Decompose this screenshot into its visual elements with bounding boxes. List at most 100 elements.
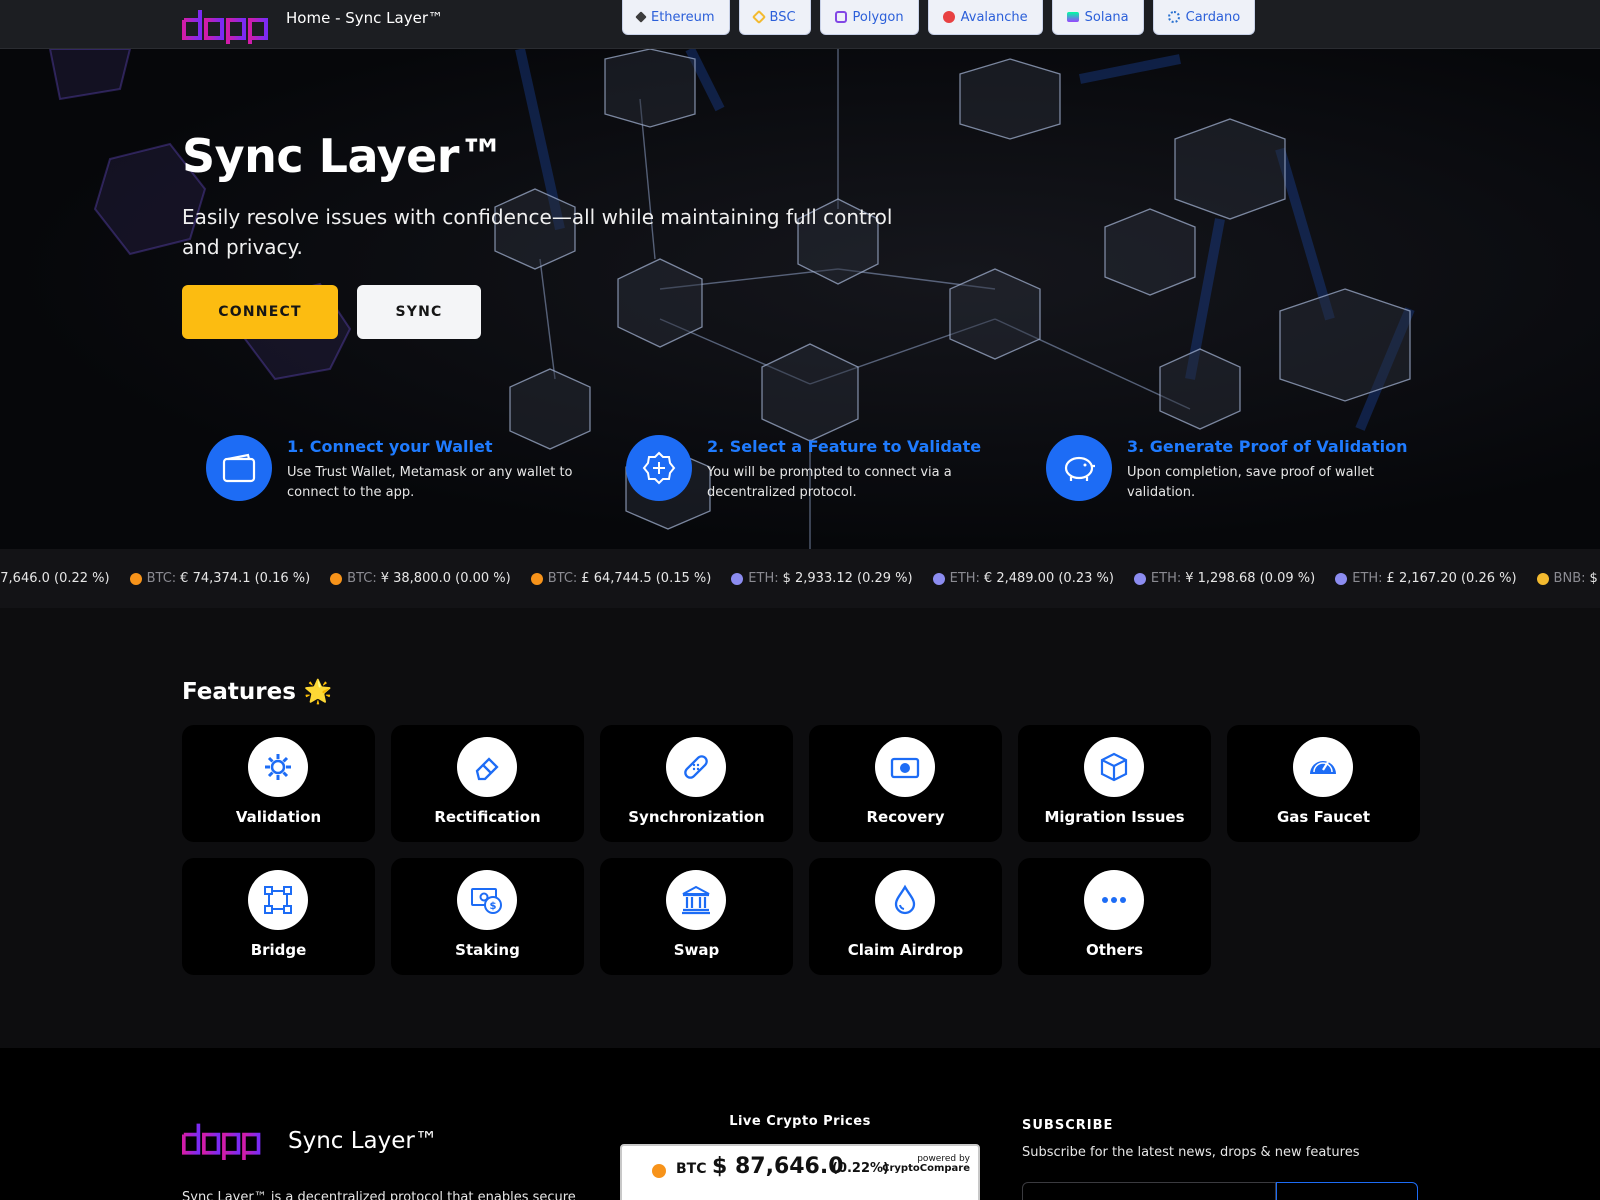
footer-brand-name: Sync Layer™ bbox=[288, 1128, 438, 1154]
hero-section: Sync Layer™ Easily resolve issues with c… bbox=[0, 49, 1600, 549]
step-title: 2. Select a Feature to Validate bbox=[707, 437, 982, 456]
ticker-value: $ 861.39 (2.59 %) bbox=[1589, 571, 1600, 586]
live-price: $ 87,646.0 bbox=[712, 1154, 844, 1179]
chain-polygon[interactable]: Polygon bbox=[819, 0, 919, 35]
bnb-icon bbox=[751, 9, 766, 25]
features-section: Features 🌟 Validation Rectification Sync… bbox=[0, 608, 1600, 1048]
subscribe-button[interactable] bbox=[1276, 1182, 1418, 1200]
feature-label: Swap bbox=[673, 941, 720, 959]
speedometer-icon bbox=[1293, 737, 1353, 797]
hero-subtitle: Easily resolve issues with confidence—al… bbox=[182, 205, 893, 259]
step-select-feature: 2. Select a Feature to Validate You will… bbox=[626, 435, 1006, 505]
feature-bridge[interactable]: Bridge bbox=[182, 858, 375, 975]
bank-icon bbox=[666, 870, 726, 930]
avalanche-icon bbox=[942, 11, 955, 23]
piggy-bank-icon bbox=[1046, 435, 1112, 501]
ticker-item: BNB:$ 861.39 (2.59 %) bbox=[1536, 571, 1600, 586]
ticker-item: ETH: £ 2,167.20 (0.26 %) bbox=[1335, 571, 1536, 586]
coin-icon bbox=[1335, 572, 1348, 585]
feature-rectification[interactable]: Rectification bbox=[391, 725, 584, 842]
sync-button[interactable]: SYNC bbox=[357, 285, 481, 339]
coin-icon bbox=[330, 572, 343, 585]
ethereum-icon bbox=[635, 11, 647, 23]
page-title[interactable]: Home - Sync Layer™ bbox=[286, 9, 443, 27]
ticker-symbol: BTC: bbox=[347, 571, 377, 586]
price-ticker: 87,646.0 (0.22 %) BTC: € 74,374.1 (0.16 %)… bbox=[0, 549, 1600, 608]
powered-by[interactable]: powered by CryptoCompare bbox=[882, 1154, 970, 1174]
subscribe-title: SUBSCRIBE bbox=[1022, 1118, 1114, 1133]
bandage-icon bbox=[666, 737, 726, 797]
feature-label: Migration Issues bbox=[1044, 808, 1185, 826]
chain-bsc[interactable]: BSC bbox=[738, 0, 811, 35]
chain-ethereum[interactable]: Ethereum bbox=[622, 0, 730, 35]
three-dots-icon bbox=[1084, 870, 1144, 930]
chain-avalanche[interactable]: Avalanche bbox=[927, 0, 1043, 35]
live-change: (0.22%) bbox=[832, 1161, 889, 1176]
coin-icon bbox=[1536, 572, 1549, 585]
step-description: Upon completion, save proof of wallet va… bbox=[1127, 465, 1374, 500]
ticker-item: 87,646.0 (0.22 %) bbox=[0, 571, 130, 586]
ticker-item: BTC: € 74,374.1 (0.16 %) bbox=[129, 571, 331, 586]
feature-validation[interactable]: Validation bbox=[182, 725, 375, 842]
feature-staking[interactable]: $ Staking bbox=[391, 858, 584, 975]
feature-recovery[interactable]: Recovery bbox=[809, 725, 1002, 842]
feature-migration-issues[interactable]: Migration Issues bbox=[1018, 725, 1211, 842]
connect-button[interactable]: CONNECT bbox=[182, 285, 338, 339]
ticker-value: € 74,374.1 (0.16 %) bbox=[180, 571, 311, 586]
ticker-item: ETH: $ 2,933.12 (0.29 %) bbox=[731, 571, 932, 586]
feature-label: Staking bbox=[455, 941, 520, 959]
live-prices-title: Live Crypto Prices bbox=[729, 1114, 871, 1129]
subscribe-description: Subscribe for the latest news, drops & n… bbox=[1022, 1145, 1360, 1160]
ticker-value: $ 2,933.12 (0.29 %) bbox=[782, 571, 913, 586]
subscribe-email-input[interactable] bbox=[1022, 1182, 1276, 1200]
ticker-value: 87,646.0 (0.22 %) bbox=[0, 571, 110, 586]
feature-swap[interactable]: Swap bbox=[600, 858, 793, 975]
ticker-value: € 2,489.00 (0.23 %) bbox=[983, 571, 1114, 586]
chain-solana[interactable]: Solana bbox=[1051, 0, 1144, 35]
chain-cardano[interactable]: Cardano bbox=[1152, 0, 1256, 35]
top-navbar: Home - Sync Layer™ Ethereum BSC Polygon … bbox=[0, 0, 1600, 49]
dapp-logo-footer[interactable] bbox=[182, 1118, 264, 1162]
droplet-icon bbox=[875, 870, 935, 930]
bitcoin-icon bbox=[652, 1164, 666, 1178]
feature-gas-faucet[interactable]: Gas Faucet bbox=[1227, 725, 1420, 842]
ticker-symbol: BNB: bbox=[1553, 571, 1586, 586]
ticker-item: ETH: € 2,489.00 (0.23 %) bbox=[932, 571, 1134, 586]
ticker-symbol: ETH: bbox=[1352, 571, 1383, 586]
ticker-item: BTC: ¥ 38,800.0 (0.00 %) bbox=[330, 571, 531, 586]
cash-coin-icon: $ bbox=[457, 870, 517, 930]
step-title: 3. Generate Proof of Validation bbox=[1127, 437, 1408, 456]
ticker-row: 87,646.0 (0.22 %) BTC: € 74,374.1 (0.16 %)… bbox=[0, 549, 1600, 608]
ticker-symbol: BTC: bbox=[547, 571, 578, 586]
feature-synchronization[interactable]: Synchronization bbox=[600, 725, 793, 842]
box-icon bbox=[1084, 737, 1144, 797]
feature-label: Others bbox=[1085, 941, 1144, 959]
eraser-icon bbox=[457, 737, 517, 797]
live-price-widget[interactable]: BTC $ 87,646.0 (0.22%) powered by CryptoC… bbox=[620, 1144, 980, 1200]
footer-description: Sync Layer™ is a decentralized protocol … bbox=[182, 1190, 576, 1200]
ticker-symbol: BTC: bbox=[146, 571, 177, 586]
feature-label: Claim Airdrop bbox=[847, 941, 964, 959]
dapp-logo[interactable] bbox=[182, 6, 272, 44]
svg-text:$: $ bbox=[490, 901, 497, 912]
feature-label: Recovery bbox=[866, 808, 945, 826]
ticker-value: £ 64,744.5 (0.15 %) bbox=[581, 571, 712, 586]
polygon-icon bbox=[834, 11, 847, 23]
ticker-item: ETH: ¥ 1,298.68 (0.09 %) bbox=[1133, 571, 1335, 586]
features-title: Features 🌟 bbox=[182, 679, 333, 705]
feature-claim-airdrop[interactable]: Claim Airdrop bbox=[809, 858, 1002, 975]
step-title: 1. Connect your Wallet bbox=[287, 437, 493, 456]
step-generate-proof: 3. Generate Proof of Validation Upon com… bbox=[1046, 435, 1426, 505]
ticker-value: ¥ 1,298.68 (0.09 %) bbox=[1185, 571, 1316, 586]
coin-icon bbox=[731, 572, 744, 585]
feature-others[interactable]: Others bbox=[1018, 858, 1211, 975]
ticker-value: ¥ 38,800.0 (0.00 %) bbox=[380, 571, 511, 586]
chain-selector: Ethereum BSC Polygon Avalanche Solana Ca… bbox=[622, 0, 1256, 35]
step-description: Use Trust Wallet, Metamask or any wallet… bbox=[287, 465, 573, 500]
coin-icon bbox=[1133, 572, 1146, 585]
feature-label: Rectification bbox=[434, 808, 541, 826]
coin-icon bbox=[530, 572, 543, 585]
step-connect-wallet: 1. Connect your Wallet Use Trust Wallet,… bbox=[206, 435, 586, 505]
badge-plus-icon bbox=[626, 435, 692, 501]
ticker-symbol: ETH: bbox=[748, 571, 779, 586]
